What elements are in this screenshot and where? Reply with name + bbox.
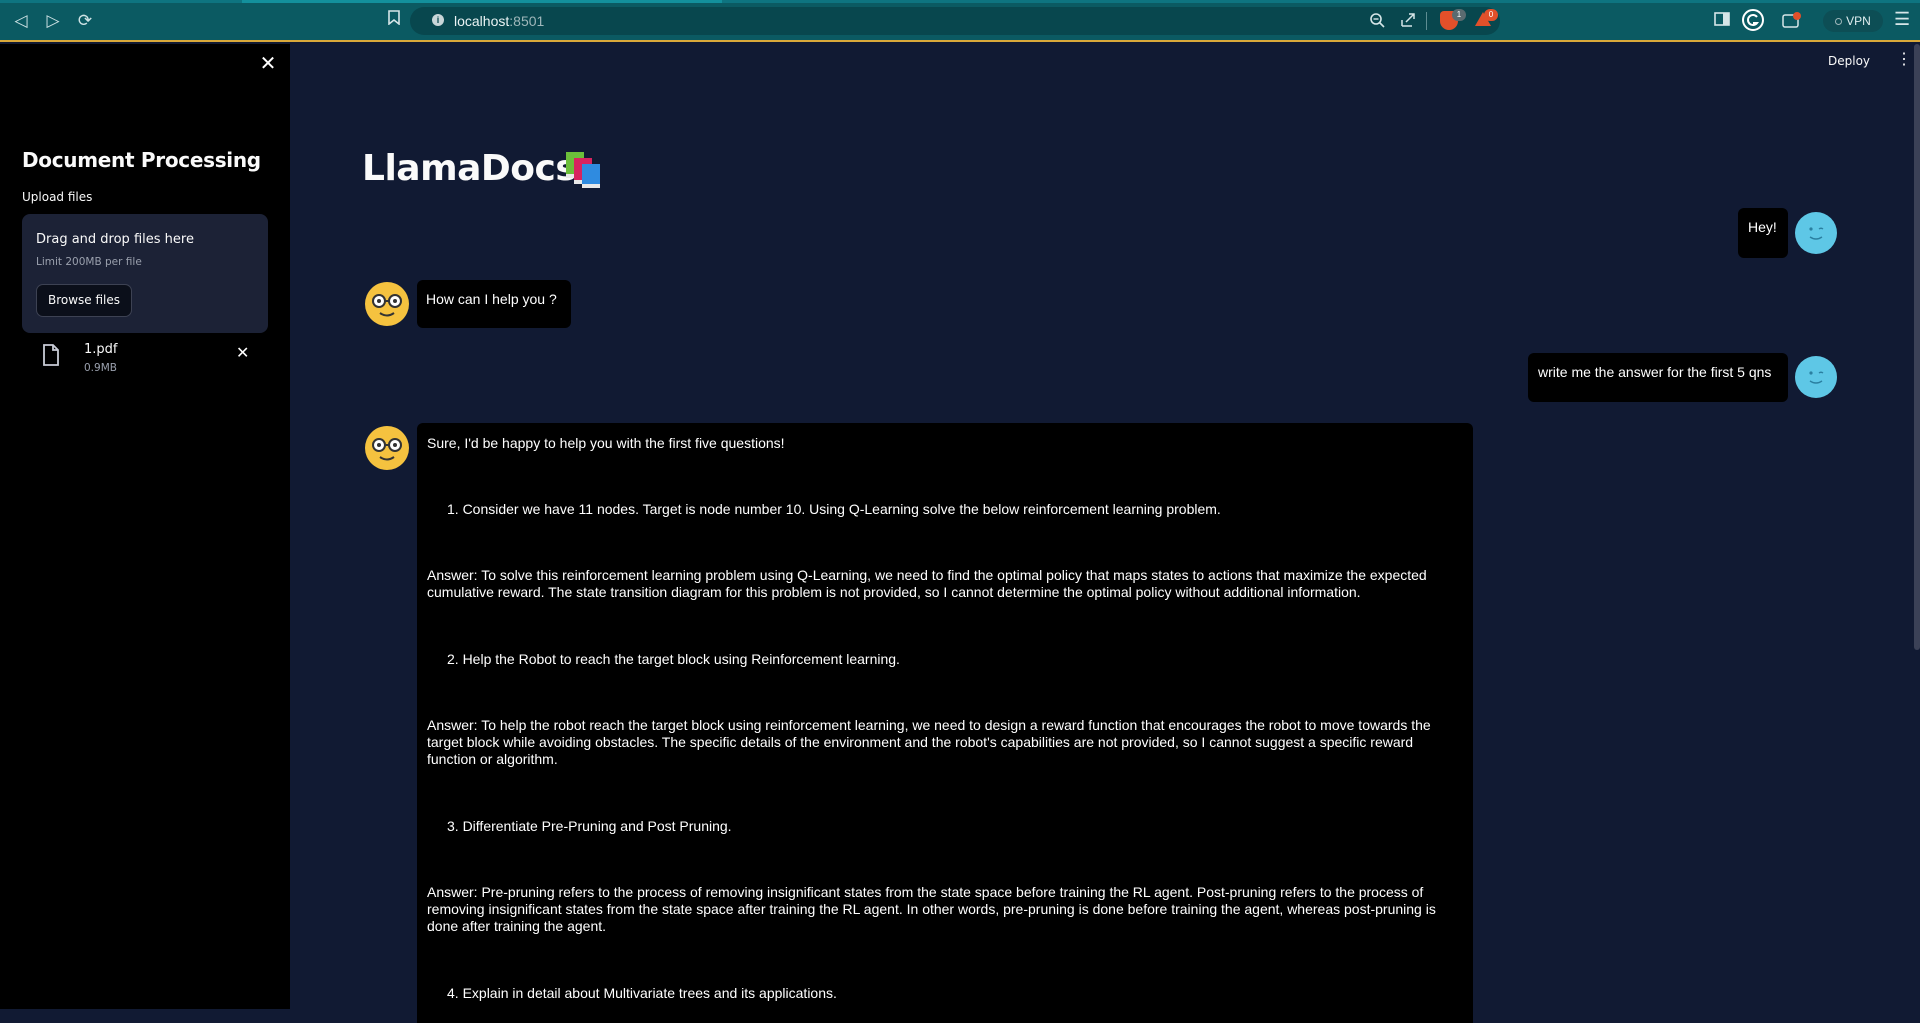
sidebar-title: Document Processing: [22, 148, 261, 172]
question-4: 4. Explain in detail about Multivariate …: [447, 985, 837, 1001]
active-tab-indicator: [242, 0, 722, 3]
wallet-icon[interactable]: [1782, 12, 1802, 33]
answer-2: Answer: To help the robot reach the targ…: [427, 717, 1431, 767]
sidebar-toggle-icon[interactable]: [1714, 12, 1730, 31]
user-avatar-icon: [1795, 212, 1837, 254]
question-1: 1. Consider we have 11 nodes. Target is …: [447, 501, 1221, 517]
url-host: localhost: [454, 13, 510, 29]
sidebar: ✕ Document Processing Upload files Drag …: [0, 44, 290, 1009]
assistant-intro-text: Sure, I'd be happy to help you with the …: [427, 435, 785, 451]
share-icon[interactable]: [1400, 12, 1416, 33]
question-2: 2. Help the Robot to reach the target bl…: [447, 651, 900, 667]
main-content: Deploy ⋮ LlamaDocs Hey! How can I help y…: [290, 44, 1920, 1023]
uploaded-file-row: 1.pdf 0.9MB ✕: [22, 340, 268, 384]
answer-1: Answer: To solve this reinforcement lear…: [427, 567, 1427, 600]
back-icon[interactable]: ◁: [10, 10, 32, 32]
reload-icon[interactable]: ⟳: [74, 10, 96, 32]
assistant-message-bubble: Sure, I'd be happy to help you with the …: [417, 423, 1473, 1023]
file-size: 0.9MB: [84, 362, 117, 374]
dropzone-limit: Limit 200MB per file: [36, 256, 142, 268]
rewards-count-badge: 0: [1484, 9, 1498, 21]
file-dropzone[interactable]: Drag and drop files here Limit 200MB per…: [22, 214, 268, 333]
user-message-text: write me the answer for the first 5 qns: [1538, 364, 1772, 380]
upload-label: Upload files: [22, 190, 93, 204]
app-title: LlamaDocs: [362, 148, 577, 189]
dropzone-title: Drag and drop files here: [36, 232, 194, 247]
url-text[interactable]: localhost:8501: [454, 13, 544, 29]
grammarly-icon[interactable]: [1742, 9, 1764, 36]
user-message-bubble: Hey!: [1738, 208, 1788, 258]
browser-toolbar: ◁ ▷ ⟳ i localhost:8501 1 0 VPN ☰: [0, 0, 1920, 42]
books-icon: [566, 152, 600, 188]
url-port: :8501: [509, 13, 545, 29]
site-info-icon[interactable]: i: [432, 14, 444, 26]
answer-3: Answer: Pre-pruning refers to the proces…: [427, 884, 1436, 934]
more-options-icon[interactable]: ⋮: [1896, 52, 1912, 69]
shields-count-badge: 1: [1452, 9, 1466, 21]
user-message-bubble: write me the answer for the first 5 qns: [1528, 353, 1788, 402]
address-bar[interactable]: [410, 7, 1500, 35]
scrollbar[interactable]: [1914, 44, 1920, 650]
file-name: 1.pdf: [84, 342, 118, 357]
file-icon: [43, 344, 59, 366]
browse-files-button[interactable]: Browse files: [36, 284, 132, 317]
forward-icon[interactable]: ▷: [42, 10, 64, 32]
bookmark-icon[interactable]: [388, 10, 400, 29]
assistant-avatar-icon: [365, 282, 409, 326]
assistant-message-bubble: How can I help you ?: [417, 280, 571, 328]
assistant-avatar-icon: [365, 426, 409, 470]
user-avatar-icon: [1795, 356, 1837, 398]
close-sidebar-icon[interactable]: ✕: [258, 54, 278, 74]
deploy-button[interactable]: Deploy: [1828, 54, 1870, 68]
vpn-button[interactable]: VPN: [1823, 10, 1883, 32]
vpn-label: VPN: [1846, 14, 1871, 28]
toolbar-divider: [1426, 12, 1427, 30]
assistant-message-text: How can I help you ?: [426, 291, 557, 307]
zoom-icon[interactable]: [1369, 12, 1385, 33]
menu-icon[interactable]: ☰: [1894, 10, 1910, 28]
vpn-dot-icon: [1835, 18, 1843, 25]
question-3: 3. Differentiate Pre-Pruning and Post Pr…: [447, 818, 732, 834]
remove-file-icon[interactable]: ✕: [236, 346, 249, 362]
user-message-text: Hey!: [1748, 219, 1777, 235]
